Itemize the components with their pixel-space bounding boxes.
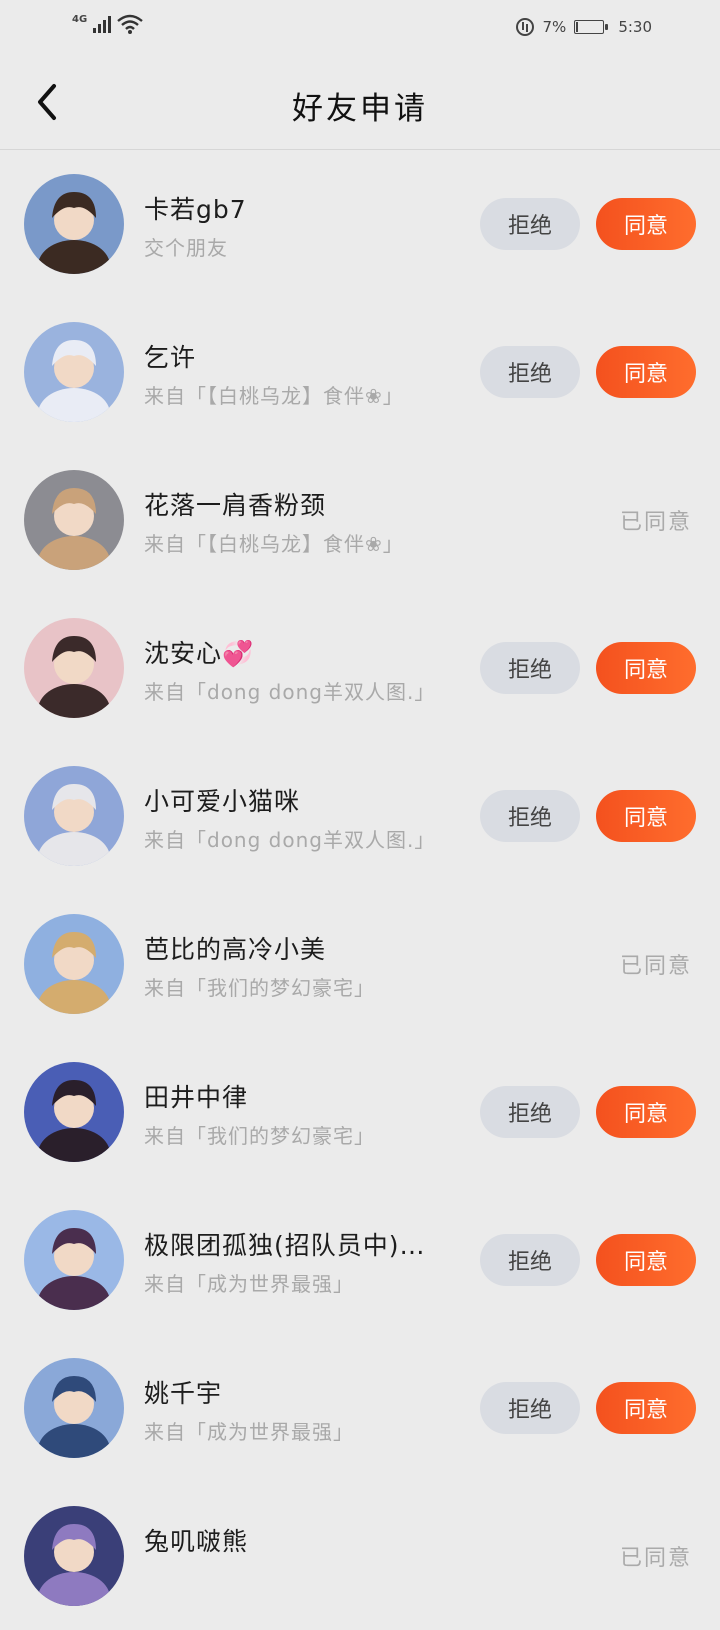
avatar[interactable] bbox=[24, 1062, 124, 1162]
request-row: 小可爱小猫咪 来自「dong dong羊双人图.」 拒绝 同意 bbox=[0, 742, 720, 890]
request-source: 来自「dong dong羊双人图.」 bbox=[144, 828, 436, 852]
agree-button[interactable]: 同意 bbox=[596, 346, 696, 398]
request-row: 姚千宇 来自「成为世界最强」 拒绝 同意 bbox=[0, 1334, 720, 1482]
request-source: 来自「【白桃乌龙】食伴❀」 bbox=[144, 384, 404, 408]
requester-name: 极限团孤独(招队员中)… bbox=[144, 1231, 426, 1260]
avatar[interactable] bbox=[24, 1210, 124, 1310]
agreed-status: 已同意 bbox=[619, 1546, 692, 1571]
signal-icon bbox=[93, 15, 112, 33]
reject-button[interactable]: 拒绝 bbox=[480, 790, 580, 842]
status-bar: 4G 7% 5:30 bbox=[0, 0, 720, 56]
avatar[interactable] bbox=[24, 174, 124, 274]
requester-name: 乞许 bbox=[144, 343, 197, 372]
request-row: 田井中律 来自「我们的梦幻豪宅」 拒绝 同意 bbox=[0, 1038, 720, 1186]
request-source: 来自「成为世界最强」 bbox=[144, 1420, 354, 1444]
avatar[interactable] bbox=[24, 470, 124, 570]
request-source: 来自「dong dong羊双人图.」 bbox=[144, 680, 436, 704]
request-row: 沈安心💞 来自「dong dong羊双人图.」 拒绝 同意 bbox=[0, 594, 720, 742]
request-source: 交个朋友 bbox=[144, 236, 228, 260]
avatar[interactable] bbox=[24, 1506, 124, 1606]
request-source: 来自「我们的梦幻豪宅」 bbox=[144, 976, 375, 1000]
page-title: 好友申请 bbox=[292, 91, 428, 127]
agree-button[interactable]: 同意 bbox=[596, 642, 696, 694]
requester-name: 沈安心💞 bbox=[144, 639, 255, 668]
request-row: 花落一肩香粉颈 来自「【白桃乌龙】食伴❀」 已同意 bbox=[0, 446, 720, 594]
reject-button[interactable]: 拒绝 bbox=[480, 1382, 580, 1434]
data-saver-icon bbox=[515, 18, 534, 36]
clock: 5:30 bbox=[618, 18, 652, 36]
request-row: 芭比的高冷小美 来自「我们的梦幻豪宅」 已同意 bbox=[0, 890, 720, 1038]
reject-button[interactable]: 拒绝 bbox=[480, 1234, 580, 1286]
avatar[interactable] bbox=[24, 914, 124, 1014]
request-source: 来自「我们的梦幻豪宅」 bbox=[144, 1124, 375, 1148]
reject-button[interactable]: 拒绝 bbox=[480, 346, 580, 398]
request-source: 来自「【白桃乌龙】食伴❀」 bbox=[144, 532, 404, 556]
network-type: 4G bbox=[72, 14, 88, 25]
avatar[interactable] bbox=[24, 1358, 124, 1458]
agreed-status: 已同意 bbox=[619, 954, 692, 979]
avatar[interactable] bbox=[24, 618, 124, 718]
agreed-status: 已同意 bbox=[619, 510, 692, 535]
request-row: 卡若gb7 交个朋友 拒绝 同意 bbox=[0, 150, 720, 298]
requester-name: 小可爱小猫咪 bbox=[144, 787, 301, 816]
requester-name: 姚千宇 bbox=[144, 1379, 223, 1408]
agree-button[interactable]: 同意 bbox=[596, 198, 696, 250]
battery-percent: 7% bbox=[542, 18, 567, 36]
reject-button[interactable]: 拒绝 bbox=[480, 1086, 580, 1138]
avatar[interactable] bbox=[24, 766, 124, 866]
agree-button[interactable]: 同意 bbox=[596, 1382, 696, 1434]
requester-name: 花落一肩香粉颈 bbox=[144, 491, 327, 520]
requester-name: 田井中律 bbox=[144, 1083, 249, 1112]
request-source: 来自「成为世界最强」 bbox=[144, 1272, 354, 1296]
requester-name: 卡若gb7 bbox=[144, 195, 247, 224]
agree-button[interactable]: 同意 bbox=[596, 790, 696, 842]
request-row: 极限团孤独(招队员中)… 来自「成为世界最强」 拒绝 同意 bbox=[0, 1186, 720, 1334]
friend-request-list: 卡若gb7 交个朋友 拒绝 同意 乞许 来自「【白桃乌龙】食伴❀」 拒绝 同意 … bbox=[0, 150, 720, 1630]
battery-icon bbox=[574, 20, 609, 34]
top-nav-bar: 好友申请 bbox=[0, 56, 720, 150]
request-row: 兔叽啵熊 已同意 bbox=[0, 1482, 720, 1630]
requester-name: 兔叽啵熊 bbox=[144, 1527, 249, 1556]
requester-name: 芭比的高冷小美 bbox=[144, 935, 327, 964]
reject-button[interactable]: 拒绝 bbox=[480, 198, 580, 250]
wifi-icon bbox=[117, 14, 143, 34]
request-row: 乞许 来自「【白桃乌龙】食伴❀」 拒绝 同意 bbox=[0, 298, 720, 446]
agree-button[interactable]: 同意 bbox=[596, 1086, 696, 1138]
reject-button[interactable]: 拒绝 bbox=[480, 642, 580, 694]
avatar[interactable] bbox=[24, 322, 124, 422]
agree-button[interactable]: 同意 bbox=[596, 1234, 696, 1286]
